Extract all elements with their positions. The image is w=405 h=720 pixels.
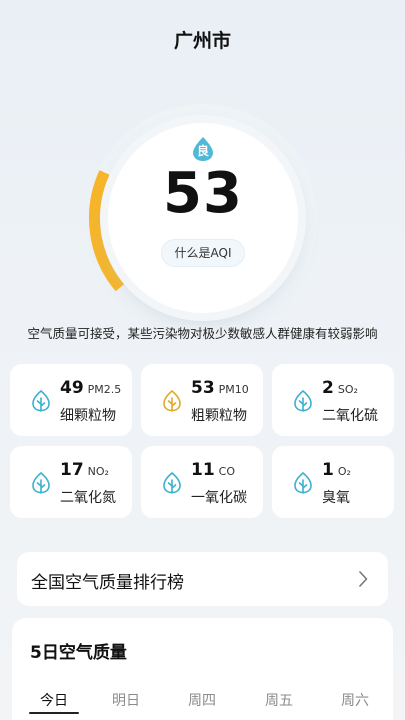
leaf-icon (163, 472, 181, 494)
aqi-value: 53 (163, 161, 243, 226)
pollutant-name: 二氧化硫 (322, 408, 378, 424)
pollutant-value: 2 (322, 378, 334, 398)
pollutant-value: 53 (191, 378, 215, 398)
tab-day[interactable]: 周五 (249, 690, 309, 710)
tab-indicator (29, 712, 79, 714)
tab-day[interactable]: 明日 (96, 690, 156, 710)
leaf-icon (163, 390, 181, 412)
pollutant-grid: 49 PM2.5 细颗粒物 53 PM10 粗颗粒物 2 SO₂ 二氧化硫 17 NO₂… (10, 364, 395, 518)
level-label: 良 (196, 144, 209, 158)
pollutant-code: O₂ (337, 465, 351, 478)
leaf-icon (32, 390, 50, 412)
what-is-aqi-button[interactable]: 什么是AQI (161, 239, 245, 267)
chevron-right-icon (359, 571, 368, 587)
pollutant-value: 17 (60, 460, 84, 480)
pollutant-code: PM10 (218, 383, 249, 396)
aqi-description: 空气质量可接受，某些污染物对极少数敏感人群健康有较弱影响 (27, 326, 378, 341)
forecast-title: 5日空气质量 (30, 643, 127, 663)
leaf-icon (294, 472, 312, 494)
leaf-icon (294, 390, 312, 412)
city-title: 广州市 (173, 30, 231, 52)
level-badge: 良 (191, 136, 215, 162)
ranking-label: 全国空气质量排行榜 (31, 573, 184, 593)
pollutant-code: NO₂ (87, 465, 109, 478)
forecast-panel: 5日空气质量 今日 明日 周四 周五 周六 (12, 618, 393, 720)
pollutant-card[interactable]: 11 CO 一氧化碳 (141, 446, 263, 518)
pollutant-name: 一氧化碳 (191, 490, 247, 506)
pollutant-card[interactable]: 1 O₂ 臭氧 (272, 446, 394, 518)
pollutant-code: CO (218, 465, 236, 478)
pollutant-name: 粗颗粒物 (191, 408, 247, 424)
leaf-icon (32, 472, 50, 494)
pollutant-value: 11 (191, 460, 215, 480)
pollutant-name: 二氧化氮 (60, 490, 116, 506)
pollutant-card[interactable]: 2 SO₂ 二氧化硫 (272, 364, 394, 436)
tab-day[interactable]: 周六 (325, 690, 385, 710)
pollutant-value: 49 (60, 378, 84, 398)
tab-day[interactable]: 今日 (24, 690, 84, 710)
pollutant-name: 臭氧 (322, 490, 350, 506)
pollutant-card[interactable]: 53 PM10 粗颗粒物 (141, 364, 263, 436)
pollutant-value: 1 (322, 460, 334, 480)
pollutant-name: 细颗粒物 (60, 408, 116, 424)
ranking-row[interactable]: 全国空气质量排行榜 (17, 552, 388, 606)
forecast-day-tabs: 今日 明日 周四 周五 周六 (12, 690, 393, 718)
pollutant-code: SO₂ (337, 383, 358, 396)
pollutant-code: PM2.5 (87, 383, 122, 396)
pollutant-card[interactable]: 17 NO₂ 二氧化氮 (10, 446, 132, 518)
pollutant-card[interactable]: 49 PM2.5 细颗粒物 (10, 364, 132, 436)
tab-day[interactable]: 周四 (172, 690, 232, 710)
aqi-gauge: 良 53 什么是AQI (88, 103, 318, 333)
